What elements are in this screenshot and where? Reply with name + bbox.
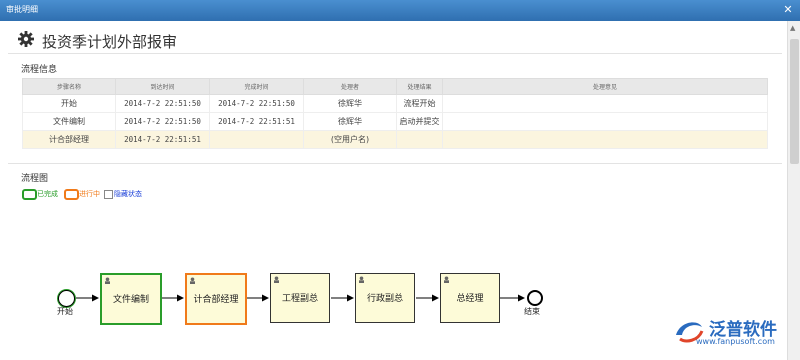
step-name-cell: 开始 — [22, 94, 116, 113]
col-header: 处理者 — [303, 78, 397, 95]
node-step3-label: 工程副总 — [281, 294, 318, 304]
node-step4[interactable]: 行政副总 — [355, 273, 415, 323]
node-step2-label: 计合部经理 — [193, 295, 239, 305]
opinion-cell — [442, 94, 768, 113]
gear-icon — [18, 31, 34, 47]
user-icon — [104, 277, 111, 284]
active-legend-swatch — [64, 189, 79, 200]
close-icon[interactable]: ✕ — [782, 4, 794, 16]
user-icon — [443, 276, 450, 283]
opinion-cell — [442, 130, 768, 149]
done-legend-label: 已完成 — [37, 190, 58, 198]
hidden-state-checkbox[interactable] — [104, 190, 113, 199]
result-cell — [396, 130, 443, 149]
done-legend-swatch — [22, 189, 37, 200]
brand-url: www.fanpusoft.com — [696, 337, 775, 346]
start-node[interactable] — [58, 290, 75, 307]
divider — [8, 163, 782, 164]
window-title: 审批明细 — [6, 5, 38, 14]
node-step3[interactable]: 工程副总 — [270, 273, 330, 323]
col-header: 到达时间 — [115, 78, 210, 95]
active-legend-label: 进行中 — [79, 190, 100, 198]
arrival-time-cell: 2014-7-2 22:51:50 — [115, 112, 210, 131]
flow-chart-title: 流程图 — [21, 174, 49, 184]
user-icon — [189, 277, 196, 284]
col-header: 处理结果 — [396, 78, 443, 95]
node-step2[interactable]: 计合部经理 — [185, 273, 247, 325]
handler-cell: 徐辉华 — [303, 94, 397, 113]
scrollbar-thumb[interactable] — [790, 39, 799, 164]
table-header-row: 步骤名称 到达时间 完成时间 处理者 处理结果 处理意见 — [22, 78, 768, 95]
scroll-up-icon[interactable]: ▲ — [790, 24, 795, 32]
step-name-cell: 计合部经理 — [22, 130, 116, 149]
window-titlebar: 审批明细 ✕ — [0, 0, 800, 21]
node-step1[interactable]: 文件编制 — [100, 273, 162, 325]
flow-info-table: 步骤名称 到达时间 完成时间 处理者 处理结果 处理意见 开始 2014-7-2… — [22, 78, 768, 149]
divider — [8, 53, 782, 54]
node-step4-label: 行政副总 — [366, 294, 403, 304]
step-name-cell: 文件编制 — [22, 112, 116, 131]
table-row-current: 计合部经理 2014-7-2 22:51:51 (空用户名) — [22, 130, 768, 149]
col-header: 处理意见 — [442, 78, 768, 95]
vertical-scrollbar[interactable]: ▲ — [787, 21, 800, 360]
node-step5[interactable]: 总经理 — [440, 273, 500, 323]
col-header: 完成时间 — [209, 78, 304, 95]
user-icon — [273, 276, 280, 283]
end-node-label: 结束 — [524, 307, 540, 316]
arrival-time-cell: 2014-7-2 22:51:50 — [115, 94, 210, 113]
completion-time-cell — [209, 130, 304, 149]
flow-info-title: 流程信息 — [21, 65, 58, 75]
col-header: 步骤名称 — [22, 78, 116, 95]
page-title: 投资季计划外部报审 — [42, 33, 178, 51]
result-cell: 启动并提交 — [396, 112, 443, 131]
start-node-label: 开始 — [57, 307, 73, 316]
table-row: 文件编制 2014-7-2 22:51:50 2014-7-2 22:51:51… — [22, 112, 768, 131]
result-cell: 流程开始 — [396, 94, 443, 113]
table-row: 开始 2014-7-2 22:51:50 2014-7-2 22:51:50 徐… — [22, 94, 768, 113]
end-node[interactable] — [527, 290, 543, 306]
hidden-state-label[interactable]: 隐藏状态 — [114, 189, 142, 199]
user-icon — [358, 276, 365, 283]
completion-time-cell: 2014-7-2 22:51:51 — [209, 112, 304, 131]
handler-cell: 徐辉华 — [303, 112, 397, 131]
node-step1-label: 文件编制 — [112, 295, 149, 305]
node-step5-label: 总经理 — [456, 294, 484, 304]
opinion-cell — [442, 112, 768, 131]
arrival-time-cell: 2014-7-2 22:51:51 — [115, 130, 210, 149]
brand-logo: 泛普软件 www.fanpusoft.com — [672, 315, 798, 358]
handler-cell: (空用户名) — [303, 130, 397, 149]
completion-time-cell: 2014-7-2 22:51:50 — [209, 94, 304, 113]
